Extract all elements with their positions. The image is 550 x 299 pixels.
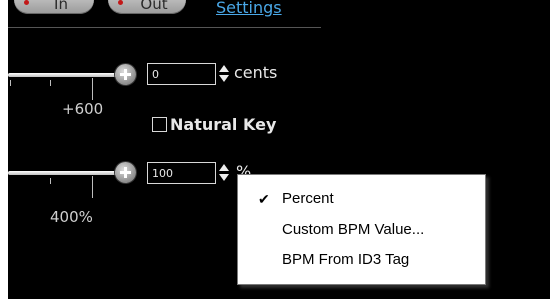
tempo-slider[interactable] bbox=[8, 171, 118, 175]
window-frame: In Out Settings +600 0 cents Natural Key… bbox=[0, 0, 550, 299]
out-button-label: Out bbox=[140, 0, 168, 13]
menu-item-custom-bpm[interactable]: Custom BPM Value... bbox=[239, 217, 484, 243]
divider bbox=[8, 27, 321, 28]
tempo-scale-label: 400% bbox=[50, 208, 93, 226]
tempo-value: 100 bbox=[152, 167, 173, 180]
tempo-value-input[interactable]: 100 bbox=[147, 162, 216, 184]
slider-tick bbox=[10, 80, 11, 86]
tempo-unit-menu: ✔ Percent Custom BPM Value... BPM From I… bbox=[237, 174, 486, 285]
in-button[interactable]: In bbox=[14, 0, 94, 14]
pitch-increase-button[interactable] bbox=[115, 64, 136, 85]
slider-tick bbox=[50, 178, 51, 184]
natural-key-label[interactable]: Natural Key bbox=[170, 115, 276, 134]
menu-item-label: Custom BPM Value... bbox=[282, 221, 425, 238]
spin-up-icon[interactable] bbox=[219, 65, 229, 72]
checkmark-icon: ✔ bbox=[258, 191, 270, 207]
pitch-value: 0 bbox=[152, 68, 159, 81]
pitch-cents-input[interactable]: 0 bbox=[147, 63, 216, 85]
spin-down-icon[interactable] bbox=[219, 75, 229, 82]
menu-item-bpm-id3[interactable]: BPM From ID3 Tag bbox=[239, 247, 484, 273]
slider-tick bbox=[50, 80, 51, 86]
natural-key-checkbox[interactable] bbox=[152, 117, 167, 132]
record-dot-icon bbox=[24, 0, 29, 5]
menu-item-percent[interactable]: ✔ Percent bbox=[239, 186, 484, 212]
spin-down-icon[interactable] bbox=[219, 174, 229, 181]
tempo-increase-button[interactable] bbox=[115, 162, 136, 183]
settings-link[interactable]: Settings bbox=[216, 0, 282, 17]
menu-item-label: BPM From ID3 Tag bbox=[282, 251, 410, 268]
pitch-spinner[interactable] bbox=[219, 64, 230, 84]
spin-up-icon[interactable] bbox=[219, 164, 229, 171]
pitch-scale-label: +600 bbox=[62, 100, 104, 118]
menu-item-label: Percent bbox=[282, 190, 334, 207]
tempo-spinner[interactable] bbox=[219, 163, 230, 183]
slider-tick bbox=[92, 176, 93, 198]
pitch-slider[interactable] bbox=[8, 73, 118, 77]
in-button-label: In bbox=[54, 0, 68, 13]
pitch-unit-label: cents bbox=[234, 63, 278, 82]
slider-tick bbox=[92, 78, 93, 100]
out-button[interactable]: Out bbox=[108, 0, 186, 14]
record-dot-icon bbox=[118, 0, 123, 5]
